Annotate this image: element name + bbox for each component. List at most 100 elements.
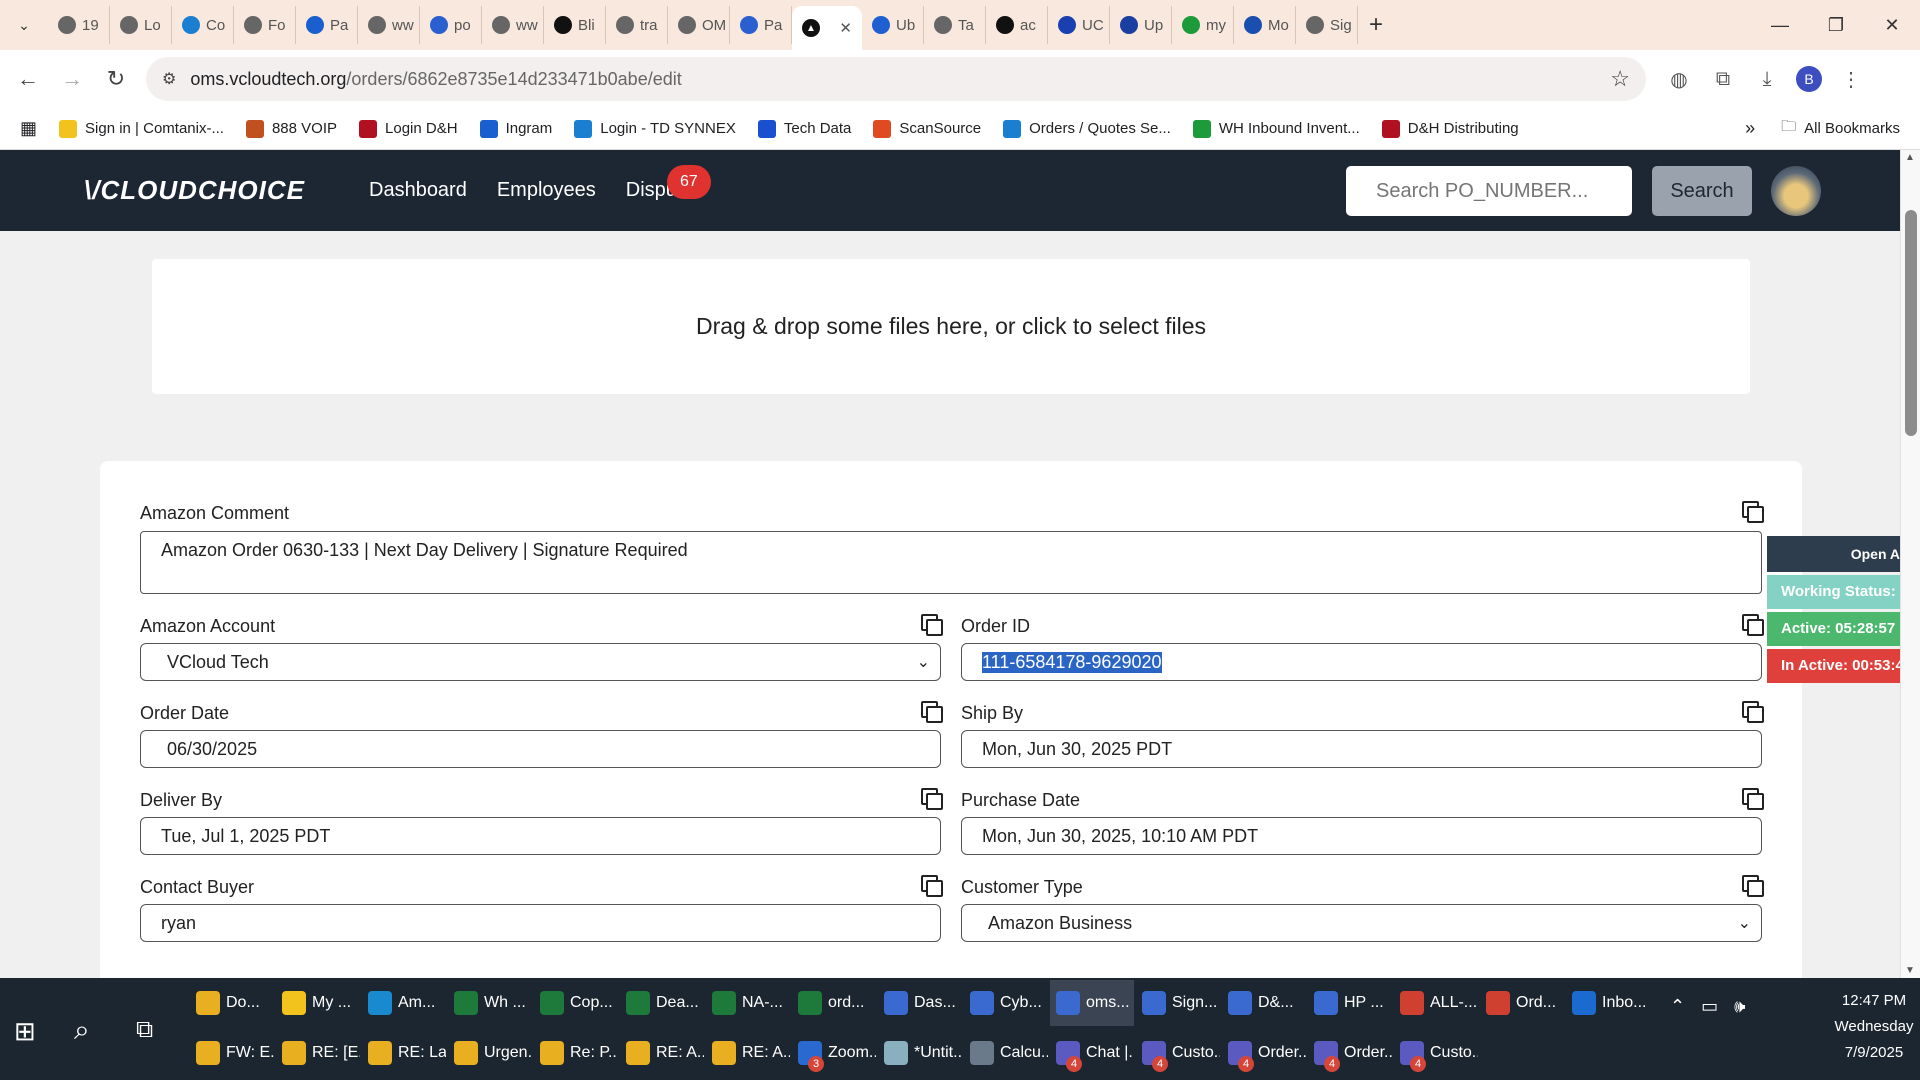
copy-icon[interactable]: [1742, 701, 1764, 723]
tab-active[interactable]: ▲ ✕: [792, 6, 862, 50]
browser-tab[interactable]: Fo: [234, 6, 296, 44]
logo[interactable]: \/CLOUDCHOICE: [84, 175, 305, 206]
bookmark-item[interactable]: 888 VOIP: [245, 119, 337, 138]
bookmark-item[interactable]: Sign in | Comtanix-...: [59, 119, 224, 138]
browser-tab[interactable]: Ub: [862, 6, 924, 44]
bookmark-item[interactable]: Login - TD SYNNEX: [574, 119, 736, 138]
menu-icon[interactable]: ⋮: [1836, 67, 1866, 92]
taskbar-app[interactable]: RE: La...: [362, 1030, 446, 1076]
copy-icon[interactable]: [1742, 614, 1764, 636]
download-icon[interactable]: ⤓: [1752, 68, 1782, 91]
contact-buyer-field[interactable]: ryan: [140, 904, 941, 942]
bookmark-item[interactable]: Ingram: [479, 119, 552, 138]
bookmark-item[interactable]: Login D&H: [359, 119, 458, 138]
browser-tab[interactable]: tra: [606, 6, 668, 44]
bookmarks-more-icon[interactable]: »: [1745, 118, 1755, 139]
scroll-thumb[interactable]: [1905, 210, 1917, 436]
browser-tab[interactable]: Pa: [730, 6, 792, 44]
task-view-icon[interactable]: ⧉: [136, 1016, 153, 1044]
taskbar-app[interactable]: 4Chat |...: [1050, 1030, 1134, 1076]
taskbar-app[interactable]: 4Custo...: [1136, 1030, 1220, 1076]
taskbar-app[interactable]: ALL-...: [1394, 980, 1478, 1026]
profile-avatar[interactable]: B: [1796, 66, 1822, 92]
taskbar-app[interactable]: *Untit...: [878, 1030, 962, 1076]
nav-dashboard[interactable]: Dashboard: [369, 179, 467, 202]
taskbar-app[interactable]: 4Order...: [1308, 1030, 1392, 1076]
taskbar-app[interactable]: RE: A...: [706, 1030, 790, 1076]
order-id-field[interactable]: 111-6584178-9629020: [961, 643, 1762, 681]
taskbar-app[interactable]: ord...: [792, 980, 876, 1026]
tab-search-icon[interactable]: ⌄: [0, 0, 48, 50]
new-tab-button[interactable]: +: [1358, 11, 1394, 39]
browser-tab[interactable]: Pa: [296, 6, 358, 44]
file-dropzone[interactable]: Drag & drop some files here, or click to…: [152, 259, 1750, 394]
deliver-by-field[interactable]: Tue, Jul 1, 2025 PDT: [140, 817, 941, 855]
order-date-field[interactable]: 06/30/2025: [140, 730, 941, 768]
restore-icon[interactable]: ❐: [1808, 15, 1864, 36]
search-button[interactable]: Search: [1652, 166, 1752, 216]
taskbar-app[interactable]: 4Custo...: [1394, 1030, 1478, 1076]
amazon-comment-field[interactable]: Amazon Order 0630-133 | Next Day Deliver…: [140, 531, 1762, 594]
chevron-up-icon[interactable]: ⌃: [1670, 996, 1685, 1017]
browser-tab[interactable]: Mo: [1234, 6, 1296, 44]
volume-icon[interactable]: 🕪: [1734, 996, 1745, 1017]
browser-tab[interactable]: Lo: [110, 6, 172, 44]
taskbar-app[interactable]: Do...: [190, 980, 274, 1026]
copy-icon[interactable]: [1742, 501, 1764, 523]
taskbar-app[interactable]: Wh ...: [448, 980, 532, 1026]
taskbar-app[interactable]: My ...: [276, 980, 360, 1026]
user-avatar[interactable]: [1771, 166, 1821, 216]
taskbar-clock[interactable]: 12:47 PM Wednesday 7/9/2025: [1832, 988, 1916, 1066]
browser-tab[interactable]: ac: [986, 6, 1048, 44]
taskbar-app[interactable]: D&...: [1222, 980, 1306, 1026]
ship-by-field[interactable]: Mon, Jun 30, 2025 PDT: [961, 730, 1762, 768]
close-window-icon[interactable]: ✕: [1864, 15, 1920, 36]
translate-icon[interactable]: ◍: [1664, 67, 1694, 92]
po-search-input[interactable]: [1346, 166, 1632, 216]
taskbar-app[interactable]: FW: E...: [190, 1030, 274, 1076]
taskbar-app[interactable]: 4Order...: [1222, 1030, 1306, 1076]
copy-icon[interactable]: [1742, 788, 1764, 810]
copy-icon[interactable]: [921, 788, 943, 810]
url-field[interactable]: ⚙ oms.vcloudtech.org /orders/6862e8735e1…: [146, 57, 1646, 101]
browser-tab[interactable]: po: [420, 6, 482, 44]
browser-tab[interactable]: Bli: [544, 6, 606, 44]
bookmark-item[interactable]: ScanSource: [873, 119, 981, 138]
taskbar-search-icon[interactable]: ⌕: [74, 1014, 90, 1047]
customer-type-select[interactable]: Amazon Business ⌄: [961, 904, 1762, 942]
taskbar-app[interactable]: 3Zoom...: [792, 1030, 876, 1076]
minimize-icon[interactable]: —: [1752, 15, 1808, 36]
amazon-account-select[interactable]: VCloud Tech ⌄: [140, 643, 941, 681]
taskbar-app[interactable]: Am...: [362, 980, 446, 1026]
purchase-date-field[interactable]: Mon, Jun 30, 2025, 10:10 AM PDT: [961, 817, 1762, 855]
browser-tab[interactable]: 19: [48, 6, 110, 44]
reload-icon[interactable]: ↻: [94, 66, 138, 92]
nav-disputes[interactable]: Dispu 67: [626, 165, 711, 202]
forward-icon[interactable]: →: [50, 66, 94, 92]
browser-tab[interactable]: ww: [482, 6, 544, 44]
taskbar-app[interactable]: RE: A...: [620, 1030, 704, 1076]
taskbar-app[interactable]: RE: [E...: [276, 1030, 360, 1076]
copy-icon[interactable]: [921, 875, 943, 897]
browser-tab[interactable]: Sig: [1296, 6, 1358, 44]
taskbar-app[interactable]: HP ...: [1308, 980, 1392, 1026]
taskbar-app[interactable]: Cyb...: [964, 980, 1048, 1026]
copy-icon[interactable]: [921, 614, 943, 636]
extensions-icon[interactable]: ⧉: [1708, 68, 1738, 91]
taskbar-app[interactable]: Calcu...: [964, 1030, 1048, 1076]
bookmark-item[interactable]: Orders / Quotes Se...: [1003, 119, 1171, 138]
taskbar-app[interactable]: NA-...: [706, 980, 790, 1026]
battery-icon[interactable]: ▭: [1701, 996, 1718, 1017]
taskbar-app[interactable]: Dea...: [620, 980, 704, 1026]
browser-tab[interactable]: ww: [358, 6, 420, 44]
taskbar-app[interactable]: Inbo...: [1566, 980, 1650, 1026]
taskbar-app[interactable]: Sign...: [1136, 980, 1220, 1026]
bookmark-item[interactable]: WH Inbound Invent...: [1192, 119, 1360, 138]
status-panel-header[interactable]: Open A: [1767, 536, 1900, 572]
scroll-up-icon[interactable]: ▲: [1905, 152, 1915, 163]
browser-tab[interactable]: my: [1172, 6, 1234, 44]
bookmark-star-icon[interactable]: ☆: [1610, 66, 1630, 92]
browser-tab[interactable]: Up: [1110, 6, 1172, 44]
taskbar-app[interactable]: Das...: [878, 980, 962, 1026]
taskbar-app[interactable]: Ord...: [1480, 980, 1564, 1026]
